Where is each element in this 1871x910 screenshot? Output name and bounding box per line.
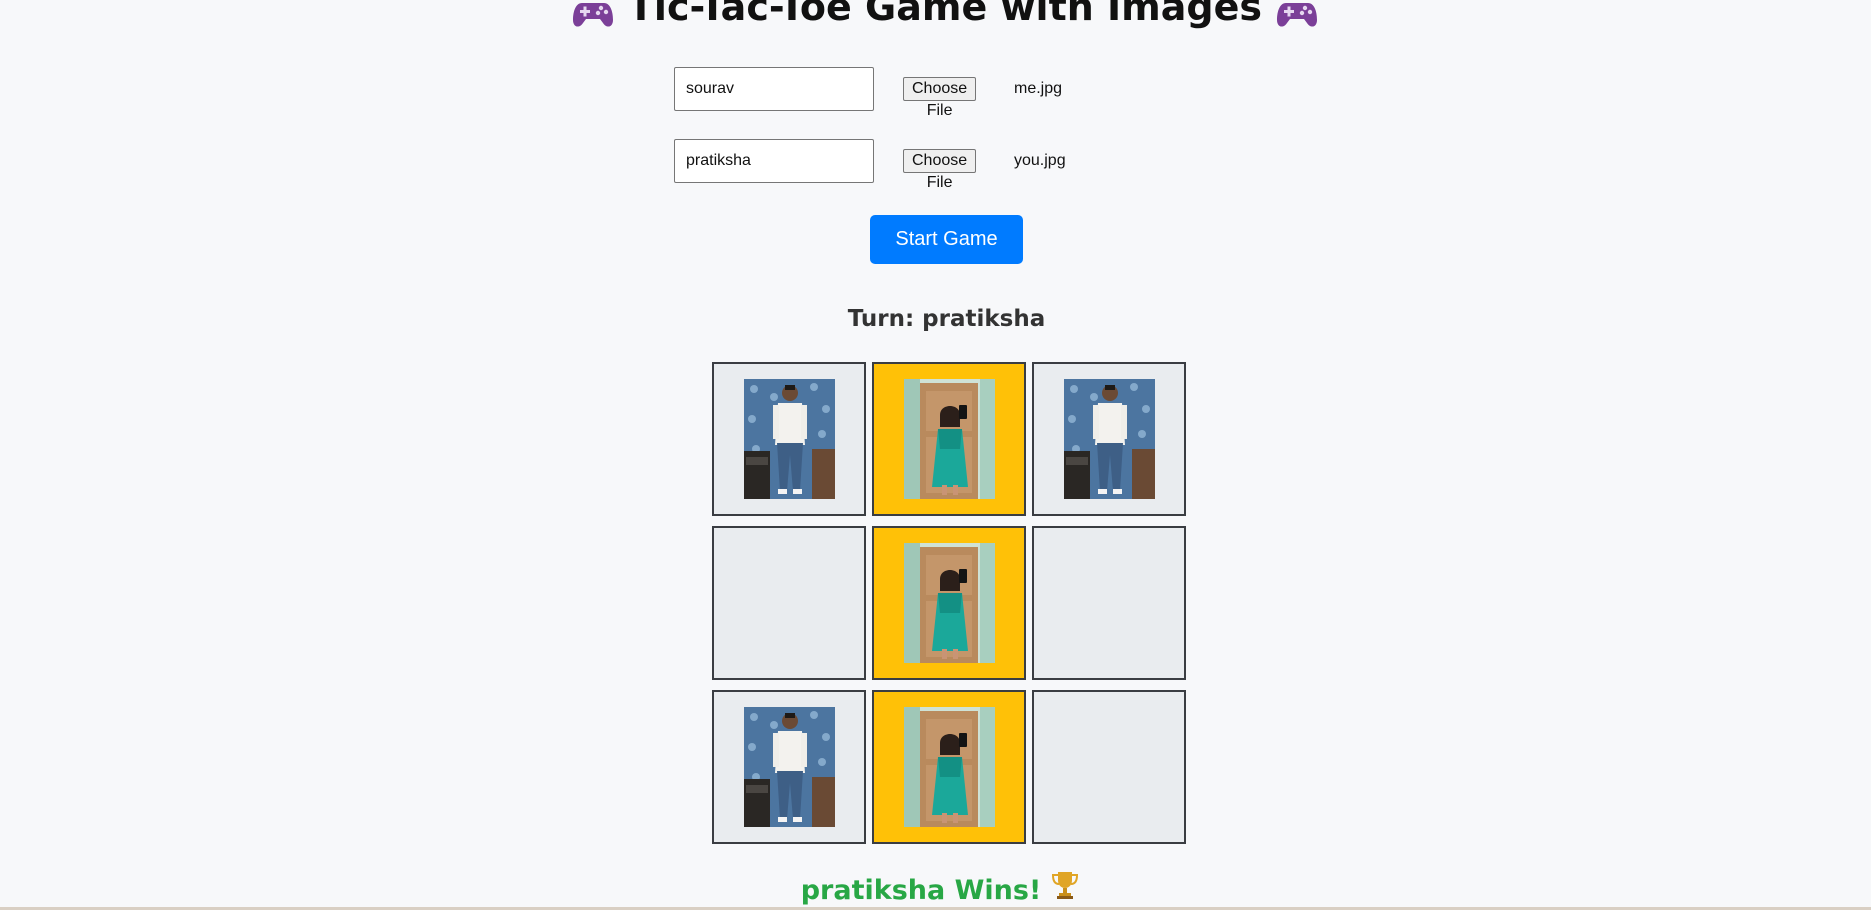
board-cell-2-2[interactable] [872,526,1026,680]
player-2-photo [904,379,995,499]
player-1-photo [744,379,835,499]
player-2-file-name: you.jpg [1014,152,1066,169]
trophy-icon [1051,870,1079,907]
page: Tic-Tac-Toe Game with Images Choose File… [0,0,1871,910]
page-title: Tic-Tac-Toe Game with Images [628,0,1262,29]
player-2-name-input[interactable] [674,139,874,183]
player-1-name-input[interactable] [674,67,874,111]
board-cell-3-2[interactable] [872,690,1026,844]
winner-message: pratiksha Wins! [800,875,1042,906]
player-1-photo [1064,379,1155,499]
game-controller-icon [1276,0,1318,27]
page-title-row: Tic-Tac-Toe Game with Images [0,0,1871,32]
board-cell-1-2[interactable] [872,362,1026,516]
player-2-choose-file-button[interactable]: Choose File [903,149,977,191]
board-cell-2-3[interactable] [1032,526,1186,680]
game-controller-icon [572,0,614,27]
board-cell-2-1[interactable] [712,526,866,680]
board-cell-1-3[interactable] [1032,362,1186,516]
player-1-photo [744,707,835,827]
winner-message-row: pratiksha Wins! [0,870,1871,910]
game-board [712,362,1186,844]
player-2-photo [904,707,995,827]
board-cell-3-1[interactable] [712,690,866,844]
board-cell-1-1[interactable] [712,362,866,516]
player-1-choose-file-button[interactable]: Choose File [903,77,977,119]
board-cell-3-3[interactable] [1032,690,1186,844]
player-2-photo [904,543,995,663]
start-game-button[interactable]: Start Game [870,215,1023,264]
turn-indicator: Turn: pratiksha [847,306,1046,332]
player-1-file-name: me.jpg [1014,80,1063,97]
